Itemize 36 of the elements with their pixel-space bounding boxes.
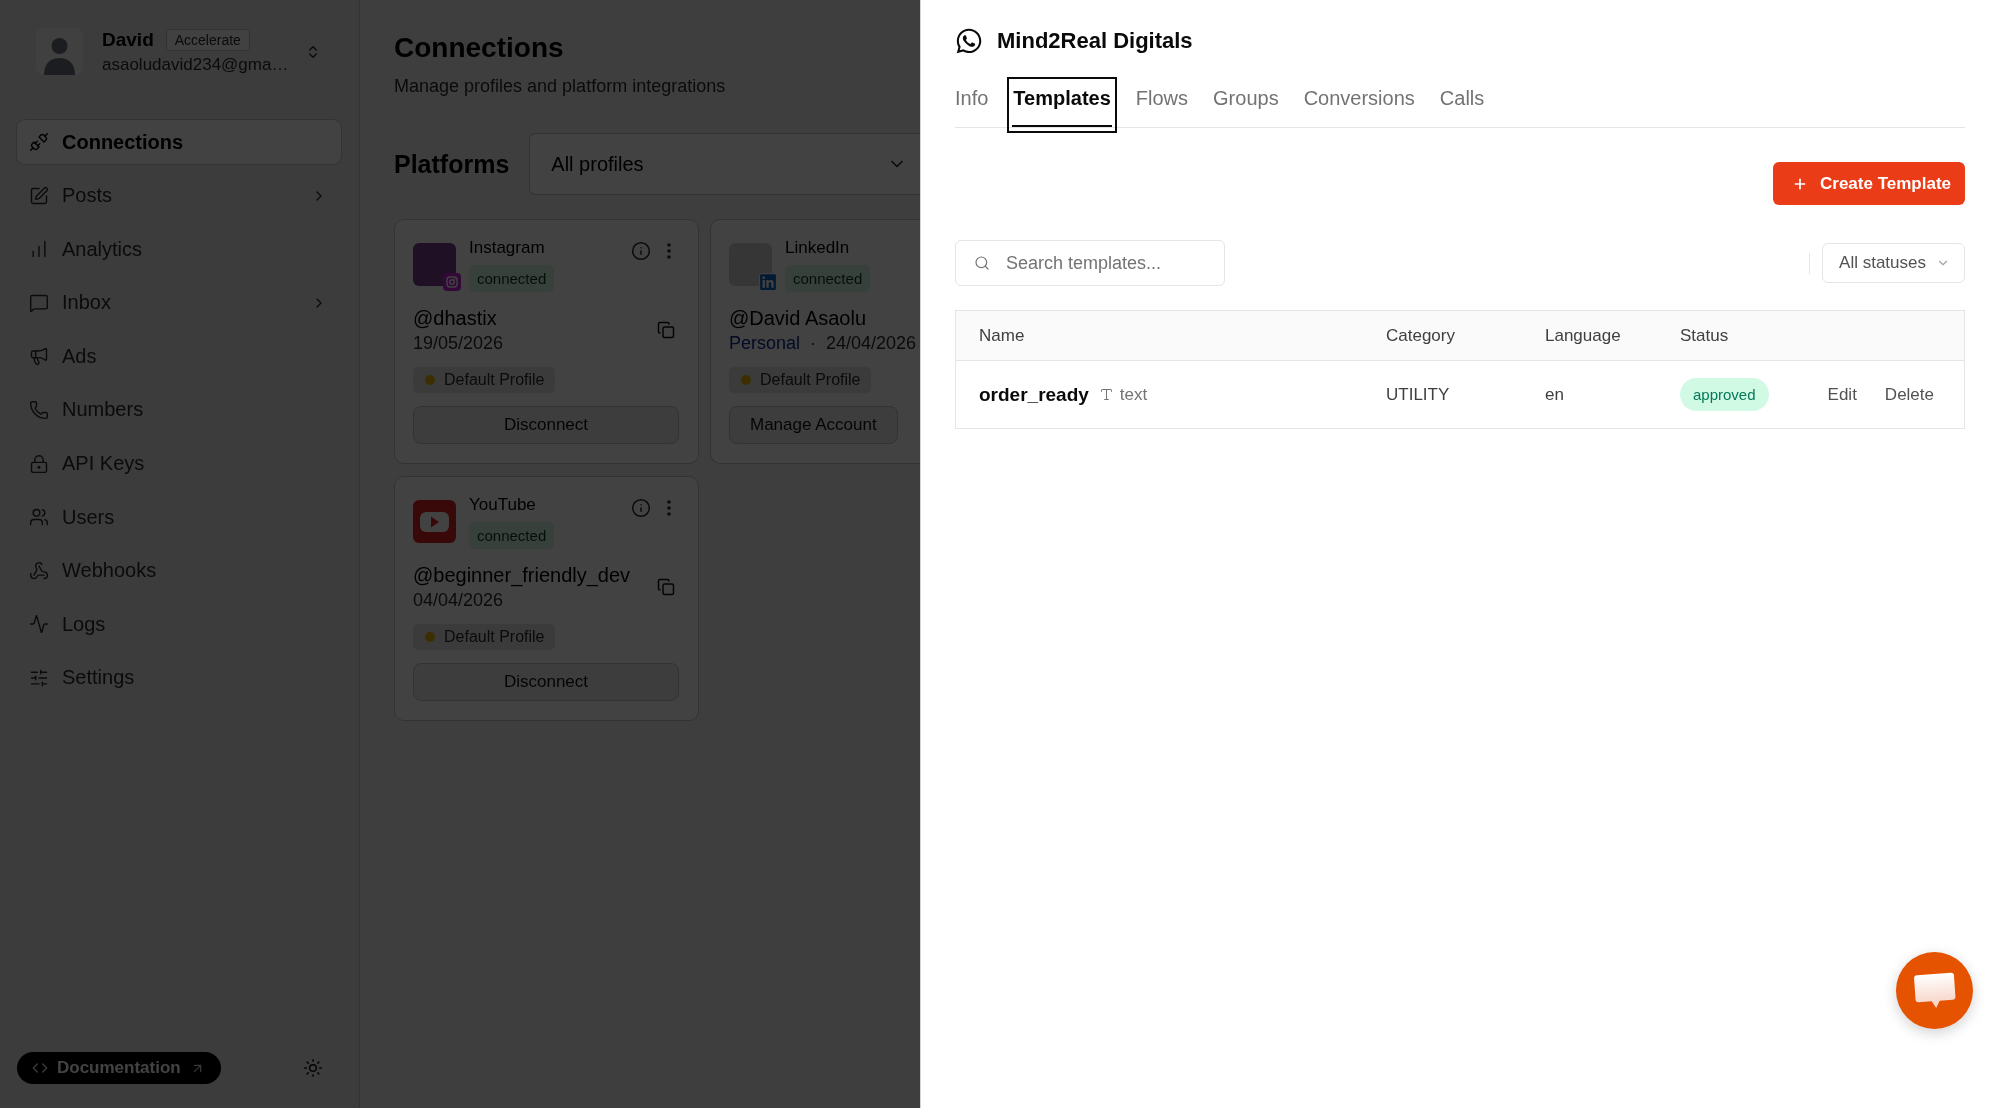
create-template-button[interactable]: Create Template	[1773, 162, 1965, 205]
tab[interactable]: Groups	[1207, 77, 1285, 133]
phone-chat-icon	[955, 27, 983, 55]
tab[interactable]: Templates	[1007, 77, 1117, 133]
format-label: text	[1119, 384, 1148, 405]
tab[interactable]: Flows	[1129, 77, 1195, 133]
platform-name: LinkedIn	[785, 237, 850, 259]
page-title: Connections	[394, 31, 565, 65]
language-cell-text: en	[1544, 384, 1565, 405]
row-action-link[interactable]: Edit	[1827, 384, 1857, 405]
section-title: Platforms	[394, 149, 510, 179]
column-header: Status	[1679, 325, 1730, 346]
tab[interactable]: Info	[949, 77, 995, 133]
search-icon	[974, 255, 990, 271]
status-badge: approved	[1680, 378, 1769, 411]
account-handle: @beginner_friendly_dev	[413, 563, 631, 587]
search-field[interactable]: Search templates...	[955, 240, 1225, 286]
sheet-title: Mind2Real Digitals	[997, 28, 1193, 54]
account-type-label: Personal	[729, 332, 801, 354]
tab[interactable]: Conversions	[1297, 77, 1421, 133]
column-header: Language	[1544, 325, 1622, 346]
template-name: order_ready	[979, 383, 1089, 406]
speech-bubble-icon	[1912, 971, 1957, 1010]
column-header: Category	[1385, 325, 1456, 346]
platform-name: YouTube	[469, 494, 536, 516]
row-action-link[interactable]: Delete	[1884, 384, 1934, 405]
category-cell-text: UTILITY	[1385, 384, 1451, 405]
user-name: David	[102, 28, 154, 51]
tab[interactable]: Calls	[1433, 77, 1491, 133]
text-type-icon	[1098, 387, 1114, 402]
account-handle: @dhastix	[413, 306, 498, 330]
column-header: Name	[978, 325, 1026, 346]
account-handle: @David Asaolu	[729, 306, 868, 330]
platform-name: Instagram	[469, 237, 545, 259]
separator-dot: ·	[810, 332, 817, 354]
status-filter-select[interactable]: All statuses	[1822, 243, 1965, 283]
